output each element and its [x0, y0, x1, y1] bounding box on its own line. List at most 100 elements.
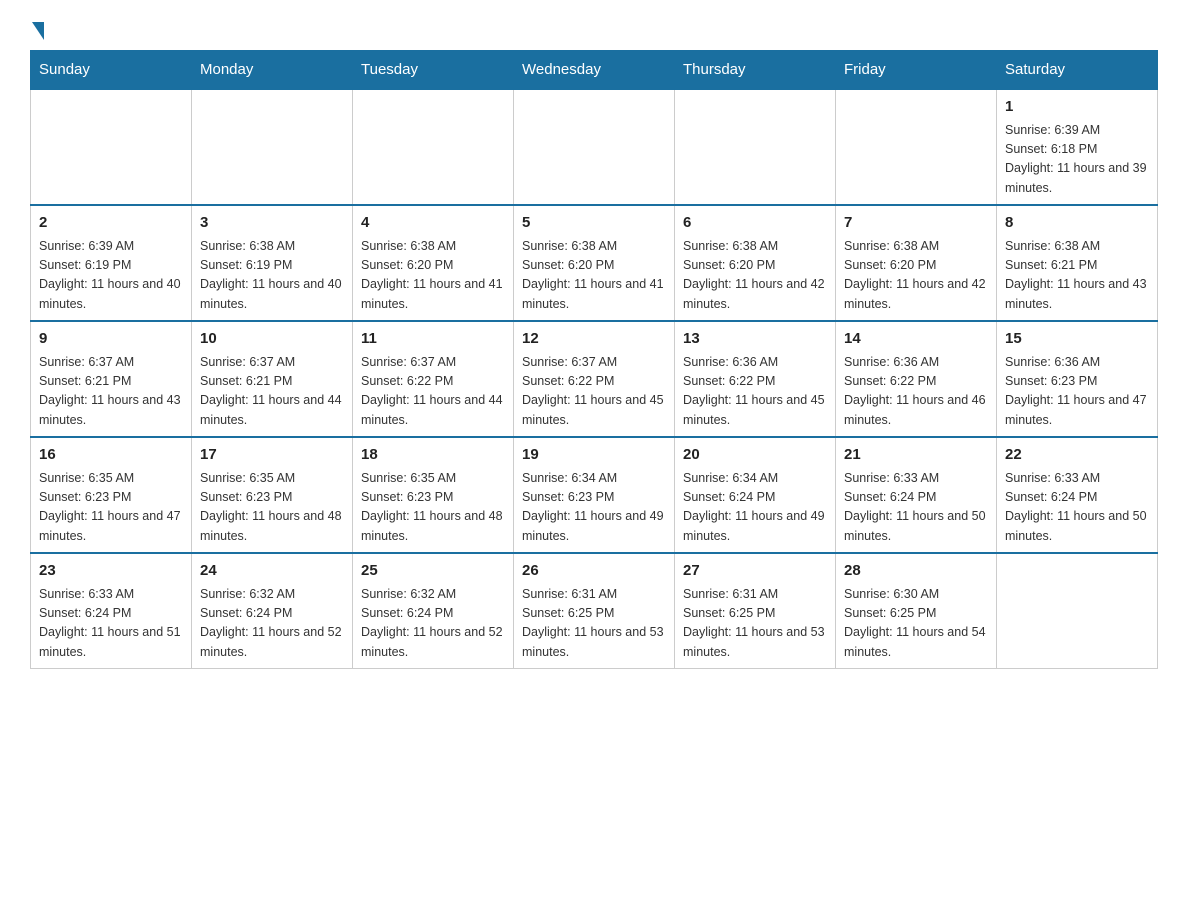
calendar-day-cell — [514, 89, 675, 205]
day-info-text: Sunrise: 6:37 AM — [361, 353, 505, 372]
day-number: 15 — [1005, 328, 1149, 351]
day-info-text: Sunset: 6:23 PM — [522, 488, 666, 507]
calendar-day-cell: 1Sunrise: 6:39 AMSunset: 6:18 PMDaylight… — [997, 89, 1158, 205]
day-info-text: Sunset: 6:18 PM — [1005, 140, 1149, 159]
day-info-text: Sunset: 6:20 PM — [522, 256, 666, 275]
day-info-text: Daylight: 11 hours and 41 minutes. — [522, 275, 666, 314]
calendar-day-cell: 22Sunrise: 6:33 AMSunset: 6:24 PMDayligh… — [997, 437, 1158, 553]
day-info-text: Sunset: 6:23 PM — [1005, 372, 1149, 391]
calendar-day-cell: 19Sunrise: 6:34 AMSunset: 6:23 PMDayligh… — [514, 437, 675, 553]
calendar-day-cell — [675, 89, 836, 205]
day-info-text: Sunrise: 6:31 AM — [683, 585, 827, 604]
day-info-text: Sunrise: 6:38 AM — [200, 237, 344, 256]
day-info-text: Sunrise: 6:37 AM — [200, 353, 344, 372]
day-of-week-header: Monday — [192, 51, 353, 90]
day-info-text: Daylight: 11 hours and 49 minutes. — [522, 507, 666, 546]
day-info-text: Sunset: 6:24 PM — [844, 488, 988, 507]
day-info-text: Sunset: 6:19 PM — [39, 256, 183, 275]
day-info-text: Daylight: 11 hours and 54 minutes. — [844, 623, 988, 662]
day-number: 2 — [39, 212, 183, 235]
calendar-day-cell: 13Sunrise: 6:36 AMSunset: 6:22 PMDayligh… — [675, 321, 836, 437]
day-number: 6 — [683, 212, 827, 235]
calendar-week-row: 2Sunrise: 6:39 AMSunset: 6:19 PMDaylight… — [31, 205, 1158, 321]
day-info-text: Sunset: 6:20 PM — [683, 256, 827, 275]
day-info-text: Sunset: 6:24 PM — [1005, 488, 1149, 507]
day-info-text: Sunrise: 6:39 AM — [39, 237, 183, 256]
day-info-text: Sunset: 6:21 PM — [1005, 256, 1149, 275]
day-info-text: Sunrise: 6:35 AM — [361, 469, 505, 488]
day-of-week-header: Sunday — [31, 51, 192, 90]
logo — [30, 20, 44, 40]
day-info-text: Sunset: 6:24 PM — [683, 488, 827, 507]
day-info-text: Daylight: 11 hours and 46 minutes. — [844, 391, 988, 430]
day-info-text: Sunset: 6:25 PM — [844, 604, 988, 623]
day-number: 8 — [1005, 212, 1149, 235]
day-number: 13 — [683, 328, 827, 351]
day-info-text: Daylight: 11 hours and 53 minutes. — [522, 623, 666, 662]
calendar-day-cell — [997, 553, 1158, 669]
day-info-text: Daylight: 11 hours and 51 minutes. — [39, 623, 183, 662]
day-number: 17 — [200, 444, 344, 467]
day-info-text: Daylight: 11 hours and 42 minutes. — [844, 275, 988, 314]
day-info-text: Sunset: 6:24 PM — [39, 604, 183, 623]
day-number: 7 — [844, 212, 988, 235]
day-info-text: Sunset: 6:23 PM — [39, 488, 183, 507]
day-info-text: Sunset: 6:20 PM — [844, 256, 988, 275]
day-info-text: Sunset: 6:23 PM — [200, 488, 344, 507]
day-info-text: Daylight: 11 hours and 53 minutes. — [683, 623, 827, 662]
day-info-text: Sunrise: 6:35 AM — [200, 469, 344, 488]
day-info-text: Sunset: 6:22 PM — [361, 372, 505, 391]
day-number: 26 — [522, 560, 666, 583]
day-info-text: Sunrise: 6:34 AM — [683, 469, 827, 488]
day-number: 1 — [1005, 96, 1149, 119]
day-info-text: Daylight: 11 hours and 47 minutes. — [39, 507, 183, 546]
calendar-day-cell — [192, 89, 353, 205]
calendar-day-cell: 11Sunrise: 6:37 AMSunset: 6:22 PMDayligh… — [353, 321, 514, 437]
day-of-week-header: Tuesday — [353, 51, 514, 90]
day-info-text: Sunrise: 6:37 AM — [39, 353, 183, 372]
day-info-text: Daylight: 11 hours and 50 minutes. — [844, 507, 988, 546]
day-info-text: Sunrise: 6:39 AM — [1005, 121, 1149, 140]
calendar-day-cell: 24Sunrise: 6:32 AMSunset: 6:24 PMDayligh… — [192, 553, 353, 669]
day-info-text: Sunrise: 6:38 AM — [1005, 237, 1149, 256]
day-info-text: Sunset: 6:21 PM — [39, 372, 183, 391]
calendar-day-cell: 4Sunrise: 6:38 AMSunset: 6:20 PMDaylight… — [353, 205, 514, 321]
calendar-day-cell: 10Sunrise: 6:37 AMSunset: 6:21 PMDayligh… — [192, 321, 353, 437]
day-info-text: Sunrise: 6:33 AM — [844, 469, 988, 488]
day-info-text: Sunrise: 6:34 AM — [522, 469, 666, 488]
calendar-table: SundayMondayTuesdayWednesdayThursdayFrid… — [30, 50, 1158, 669]
calendar-week-row: 23Sunrise: 6:33 AMSunset: 6:24 PMDayligh… — [31, 553, 1158, 669]
day-info-text: Sunrise: 6:35 AM — [39, 469, 183, 488]
day-number: 22 — [1005, 444, 1149, 467]
day-info-text: Daylight: 11 hours and 45 minutes. — [683, 391, 827, 430]
calendar-day-cell: 6Sunrise: 6:38 AMSunset: 6:20 PMDaylight… — [675, 205, 836, 321]
calendar-day-cell: 5Sunrise: 6:38 AMSunset: 6:20 PMDaylight… — [514, 205, 675, 321]
day-info-text: Daylight: 11 hours and 52 minutes. — [361, 623, 505, 662]
day-of-week-header: Wednesday — [514, 51, 675, 90]
calendar-day-cell: 8Sunrise: 6:38 AMSunset: 6:21 PMDaylight… — [997, 205, 1158, 321]
day-info-text: Sunset: 6:22 PM — [522, 372, 666, 391]
calendar-week-row: 9Sunrise: 6:37 AMSunset: 6:21 PMDaylight… — [31, 321, 1158, 437]
day-info-text: Daylight: 11 hours and 50 minutes. — [1005, 507, 1149, 546]
day-info-text: Sunset: 6:25 PM — [522, 604, 666, 623]
day-info-text: Daylight: 11 hours and 40 minutes. — [200, 275, 344, 314]
day-info-text: Sunrise: 6:33 AM — [39, 585, 183, 604]
calendar-day-cell: 20Sunrise: 6:34 AMSunset: 6:24 PMDayligh… — [675, 437, 836, 553]
day-of-week-header: Thursday — [675, 51, 836, 90]
day-number: 20 — [683, 444, 827, 467]
calendar-week-row: 1Sunrise: 6:39 AMSunset: 6:18 PMDaylight… — [31, 89, 1158, 205]
day-info-text: Daylight: 11 hours and 45 minutes. — [522, 391, 666, 430]
day-info-text: Daylight: 11 hours and 44 minutes. — [200, 391, 344, 430]
day-info-text: Sunset: 6:20 PM — [361, 256, 505, 275]
calendar-day-cell: 12Sunrise: 6:37 AMSunset: 6:22 PMDayligh… — [514, 321, 675, 437]
day-info-text: Daylight: 11 hours and 41 minutes. — [361, 275, 505, 314]
day-info-text: Daylight: 11 hours and 40 minutes. — [39, 275, 183, 314]
day-info-text: Sunset: 6:19 PM — [200, 256, 344, 275]
calendar-day-cell: 14Sunrise: 6:36 AMSunset: 6:22 PMDayligh… — [836, 321, 997, 437]
day-number: 4 — [361, 212, 505, 235]
day-info-text: Sunset: 6:21 PM — [200, 372, 344, 391]
day-info-text: Daylight: 11 hours and 48 minutes. — [361, 507, 505, 546]
day-number: 24 — [200, 560, 344, 583]
day-info-text: Sunrise: 6:38 AM — [683, 237, 827, 256]
day-info-text: Sunset: 6:22 PM — [683, 372, 827, 391]
